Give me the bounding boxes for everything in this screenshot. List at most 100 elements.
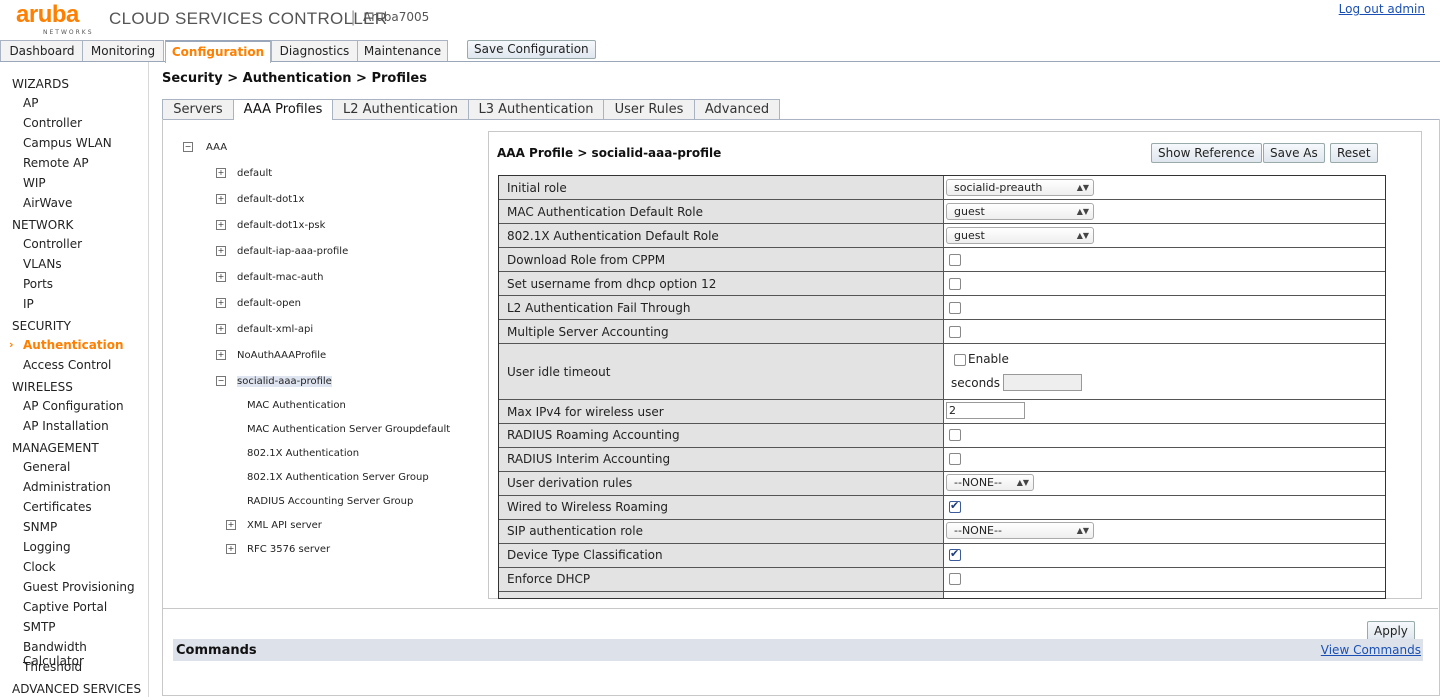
tree-child[interactable]: MAC Authentication (247, 400, 346, 411)
sidebar-item-wip[interactable]: WIP (23, 176, 46, 190)
sidebar-item-certificates[interactable]: Certificates (23, 500, 92, 514)
sidebar-item-ports[interactable]: Ports (23, 277, 53, 291)
expand-icon[interactable]: + (216, 298, 226, 308)
wired-to-wireless-roaming-checkbox[interactable] (949, 499, 961, 513)
expand-icon[interactable]: + (216, 324, 226, 334)
idle-timeout-seconds-input[interactable] (1003, 374, 1082, 391)
sidebar-item-ap-installation[interactable]: AP Installation (23, 419, 109, 433)
row-value (943, 592, 1385, 598)
user-derivation-rules-select[interactable]: --NONE-- ▲▼ (946, 474, 1034, 491)
save-configuration-button[interactable]: Save Configuration (467, 40, 596, 59)
row-value: --NONE-- ▲▼ (943, 520, 1385, 543)
subtab-servers[interactable]: Servers (162, 99, 234, 119)
sip-auth-role-select[interactable]: --NONE-- ▲▼ (946, 522, 1094, 539)
sidebar-item-threshold[interactable]: Threshold (23, 660, 82, 674)
sidebar-item-airwave[interactable]: AirWave (23, 196, 72, 210)
initial-role-select[interactable]: socialid-preauth ▲▼ (946, 179, 1094, 196)
sidebar-item-controller[interactable]: Controller (23, 116, 82, 130)
show-reference-button[interactable]: Show Reference (1151, 143, 1262, 163)
sidebar-item-authentication[interactable]: Authentication (23, 338, 124, 352)
sidebar-item-captive-portal[interactable]: Captive Portal (23, 600, 107, 614)
idle-timeout-enable-checkbox[interactable] (954, 354, 966, 366)
table-row-partial (499, 592, 1385, 598)
sidebar-item-logging[interactable]: Logging (23, 540, 71, 554)
expand-icon[interactable]: + (216, 272, 226, 282)
subtab-l3-authentication[interactable]: L3 Authentication (468, 99, 604, 119)
tab-configuration[interactable]: Configuration (165, 40, 271, 63)
l2-fail-through-checkbox[interactable] (949, 302, 961, 314)
dhcp-option12-checkbox[interactable] (949, 278, 961, 290)
device-type-classification-checkbox[interactable] (949, 547, 961, 561)
enforce-dhcp-checkbox[interactable] (949, 573, 961, 585)
logout-link[interactable]: Log out admin (1339, 2, 1425, 16)
sidebar-item-guest-provisioning[interactable]: Guest Provisioning (23, 580, 135, 594)
sidebar-item-network-controller[interactable]: Controller (23, 237, 82, 251)
sidebar-item-campus-wlan[interactable]: Campus WLAN (23, 136, 112, 150)
expand-icon[interactable]: + (216, 168, 226, 178)
tree-profile[interactable]: default-dot1x-psk (237, 220, 325, 231)
view-commands-link[interactable]: View Commands (1321, 643, 1421, 657)
collapse-icon[interactable]: − (216, 376, 226, 386)
mac-auth-default-role-select[interactable]: guest ▲▼ (946, 203, 1094, 220)
dot1x-default-role-select[interactable]: guest ▲▼ (946, 227, 1094, 244)
select-arrows-icon: ▲▼ (1076, 231, 1089, 240)
download-role-checkbox[interactable] (949, 254, 961, 266)
row-label: Wired to Wireless Roaming (507, 500, 669, 514)
footer-divider (162, 608, 1438, 609)
expand-icon[interactable]: + (216, 220, 226, 230)
sidebar-item-smtp[interactable]: SMTP (23, 620, 56, 634)
tree-profile[interactable]: default-open (237, 298, 301, 309)
tree-root[interactable]: AAA (206, 142, 227, 153)
tab-maintenance[interactable]: Maintenance (357, 40, 448, 61)
sidebar-item-administration[interactable]: Administration (23, 480, 111, 494)
expand-icon[interactable]: + (216, 246, 226, 256)
tree-profile[interactable]: NoAuthAAAProfile (237, 350, 326, 361)
row-value: socialid-preauth ▲▼ (943, 176, 1385, 199)
tab-monitoring[interactable]: Monitoring (82, 40, 164, 61)
tree-child[interactable]: RFC 3576 server (247, 544, 330, 555)
row-label: Device Type Classification (507, 548, 663, 562)
tree-profile[interactable]: default-xml-api (237, 324, 313, 335)
tree-profile[interactable]: default-mac-auth (237, 272, 324, 283)
subtab-aaa-profiles[interactable]: AAA Profiles (233, 99, 333, 120)
sidebar-item-clock[interactable]: Clock (23, 560, 56, 574)
max-ipv4-input[interactable]: 2 (946, 402, 1025, 419)
select-value: guest (954, 205, 985, 218)
reset-button[interactable]: Reset (1330, 143, 1378, 163)
tree-child[interactable]: RADIUS Accounting Server Group (247, 496, 413, 507)
sidebar-item-remote-ap[interactable]: Remote AP (23, 156, 89, 170)
subtab-user-rules[interactable]: User Rules (603, 99, 695, 119)
multiple-server-accounting-checkbox[interactable] (949, 326, 961, 338)
save-as-button[interactable]: Save As (1263, 143, 1325, 163)
expand-icon[interactable]: + (226, 520, 236, 530)
radius-interim-checkbox[interactable] (949, 453, 961, 465)
tree-profile[interactable]: default (237, 168, 272, 179)
table-row: Initial role socialid-preauth ▲▼ (499, 176, 1385, 200)
expand-icon[interactable]: + (226, 544, 236, 554)
sidebar-item-access-control[interactable]: Access Control (23, 358, 111, 372)
tree-child[interactable]: MAC Authentication Server Group (247, 424, 415, 435)
tree-child[interactable]: 802.1X Authentication Server Group (247, 472, 429, 483)
tab-dashboard[interactable]: Dashboard (0, 40, 84, 61)
sidebar-item-ip[interactable]: IP (23, 297, 34, 311)
tree-child[interactable]: 802.1X Authentication (247, 448, 359, 459)
sidebar-item-snmp[interactable]: SNMP (23, 520, 57, 534)
apply-button[interactable]: Apply (1367, 621, 1415, 641)
expand-icon[interactable]: + (216, 194, 226, 204)
subtab-advanced[interactable]: Advanced (694, 99, 780, 119)
tab-diagnostics[interactable]: Diagnostics (271, 40, 358, 61)
sidebar-item-ap-configuration[interactable]: AP Configuration (23, 399, 124, 413)
tree-child[interactable]: XML API server (247, 520, 322, 531)
tree-profile-selected[interactable]: socialid-aaa-profile (237, 376, 332, 387)
table-row: SIP authentication role --NONE-- ▲▼ (499, 520, 1385, 544)
tree-profile[interactable]: default-dot1x (237, 194, 304, 205)
sidebar-item-general[interactable]: General (23, 460, 70, 474)
radius-roaming-checkbox[interactable] (949, 429, 961, 441)
tree-profile[interactable]: default-iap-aaa-profile (237, 246, 348, 257)
subtab-l2-authentication[interactable]: L2 Authentication (332, 99, 469, 119)
sidebar-item-vlans[interactable]: VLANs (23, 257, 62, 271)
collapse-icon[interactable]: − (183, 142, 193, 152)
logo-text: aruba (16, 1, 79, 28)
expand-icon[interactable]: + (216, 350, 226, 360)
sidebar-item-ap[interactable]: AP (23, 96, 38, 110)
